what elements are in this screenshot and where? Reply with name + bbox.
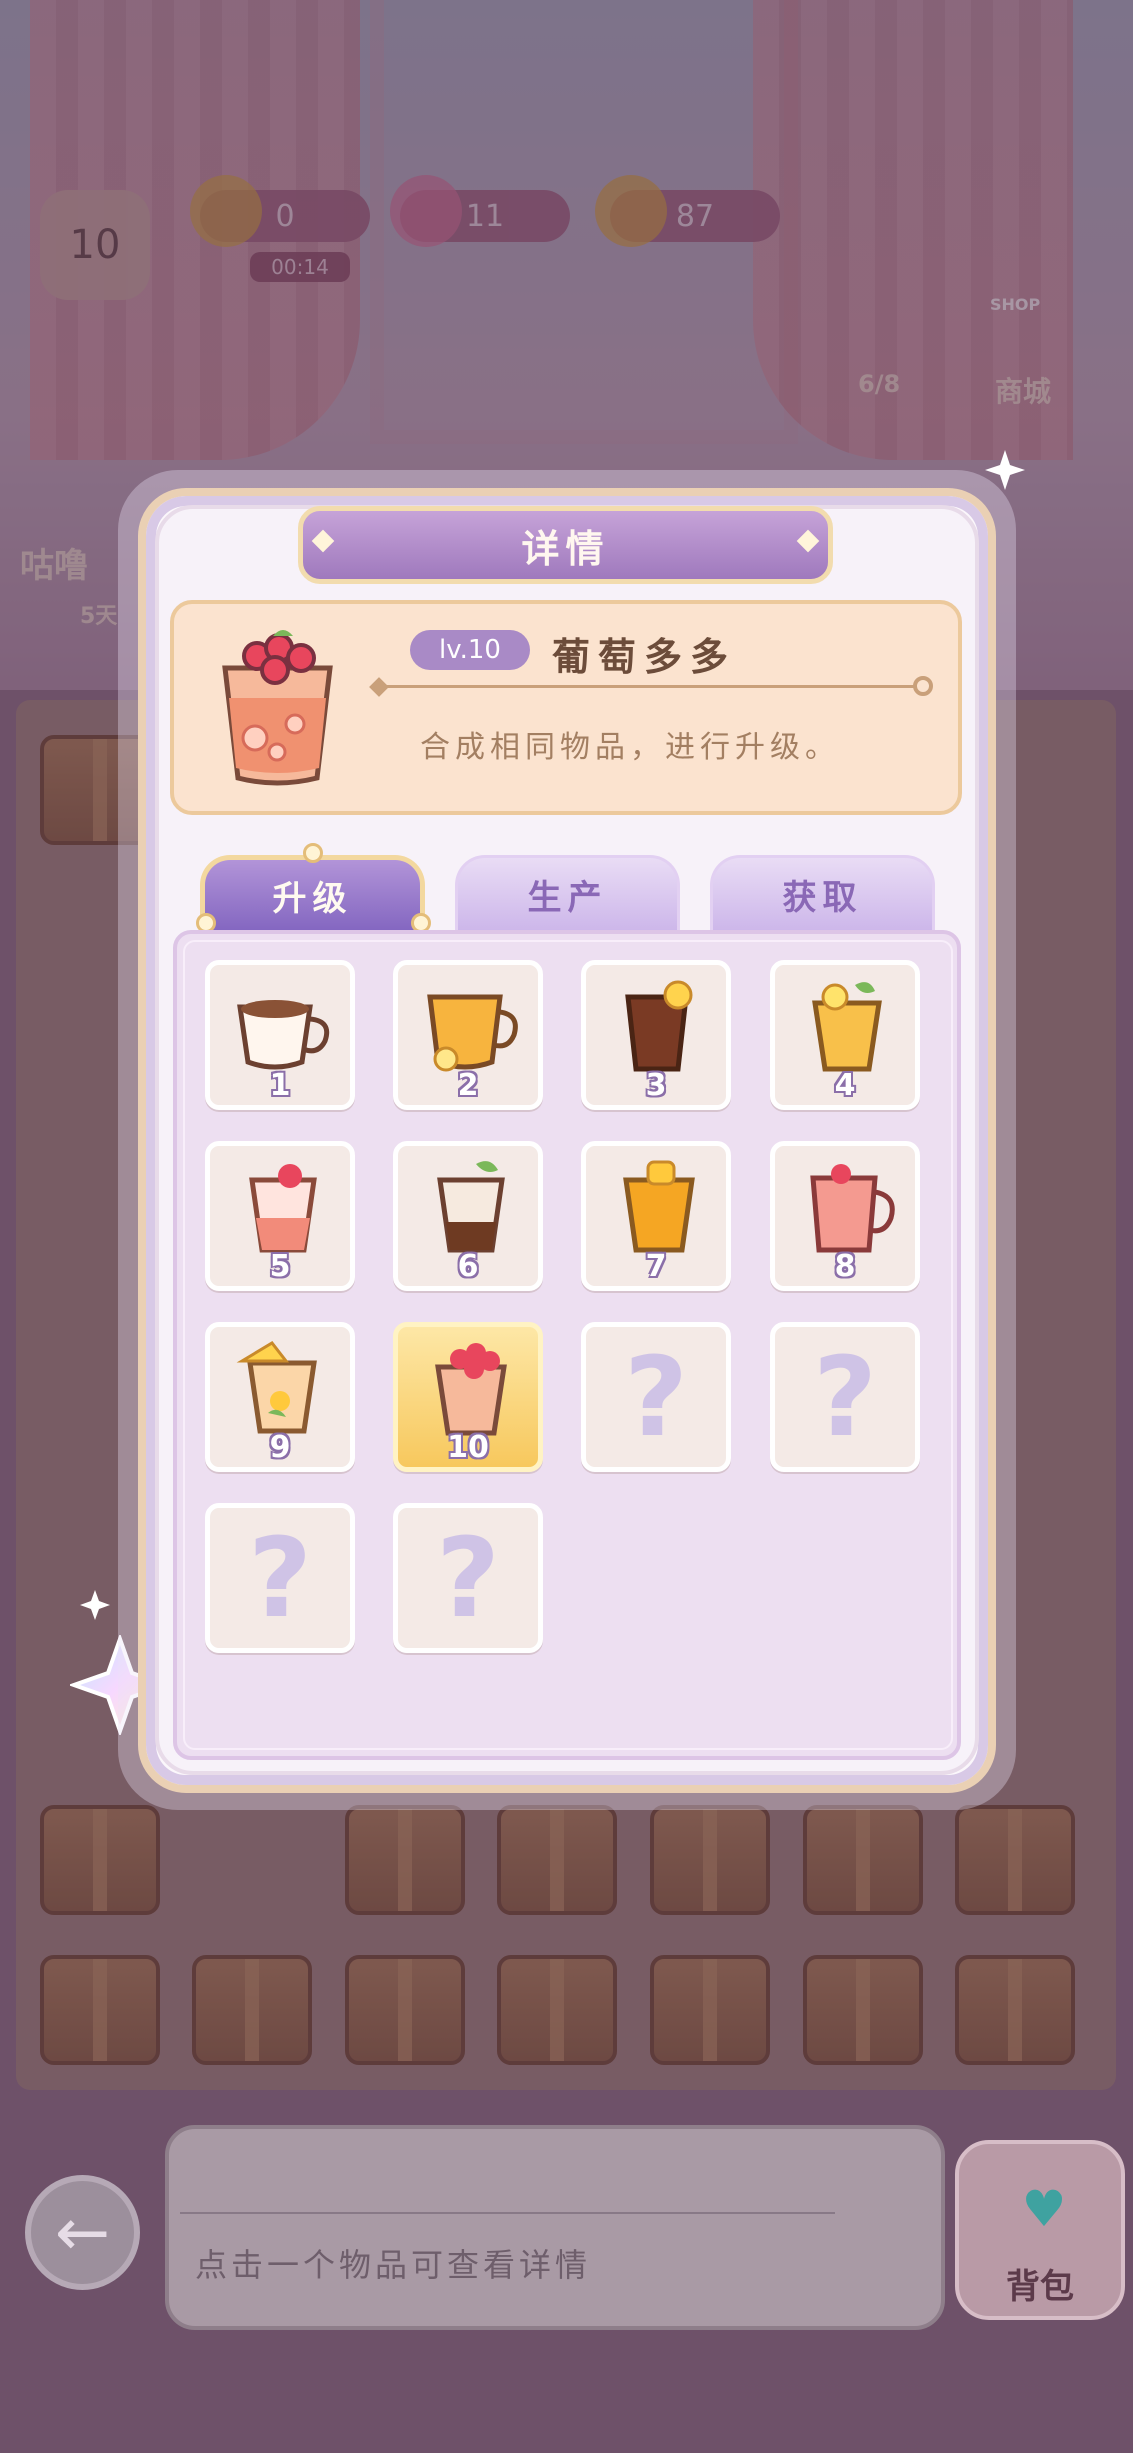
hint-panel [165,2125,945,2330]
chain-slot-4[interactable]: 4 [770,960,920,1110]
bag-label: 背包 [1006,2267,1074,2307]
chain-slot-locked[interactable]: ? [205,1503,355,1653]
back-button[interactable]: ← [25,2175,140,2290]
hint-text: 点击一个物品可查看详情 [195,2246,592,2284]
chain-slot-7[interactable]: 7 [581,1141,731,1291]
tab-produce[interactable]: 生产 [455,855,680,930]
chain-slot-locked[interactable]: ? [581,1322,731,1472]
back-arrow-icon: ← [54,2194,111,2271]
tab-upgrade[interactable]: 升级 [200,855,425,930]
chain-slot-locked[interactable]: ? [770,1322,920,1472]
question-mark-icon: ? [624,1333,688,1461]
chain-slot-2[interactable]: 2 [393,960,543,1110]
chain-slot-number: 10 [447,1430,489,1465]
item-level-badge: lv.10 [410,630,530,670]
modal-title: 详情 [298,506,833,584]
cola-glass-icon [625,980,693,1072]
chain-slot-number: 3 [645,1068,667,1103]
chain-slot-number: 5 [269,1249,291,1284]
divider-line [382,685,917,688]
mango-drink-icon [623,1160,695,1253]
question-mark-icon: ? [813,1333,877,1461]
heart-icon: ♥ [1021,2180,1067,2238]
chain-slot-3[interactable]: 3 [581,960,731,1110]
question-mark-icon: ? [436,1514,500,1642]
chain-slot-number: 4 [834,1068,856,1103]
item-description: 合成相同物品，进行升级。 [420,730,840,765]
sparkle-icon [80,1590,110,1620]
tab-obtain[interactable]: 获取 [710,855,935,930]
chocolate-drink-icon [437,1161,505,1253]
chain-slot-5[interactable]: 5 [205,1141,355,1291]
flower-tea-icon [427,994,518,1072]
tab-ornament [303,843,323,863]
chain-slot-number: 1 [269,1068,291,1103]
fruit-punch-icon [236,1341,317,1434]
chain-slot-6[interactable]: 6 [393,1141,543,1291]
chain-slot-number: 6 [457,1249,479,1284]
chain-slot-number: 2 [457,1068,479,1103]
lemonade-icon [812,982,882,1072]
chain-slot-number: 8 [834,1249,856,1284]
chain-slot-1[interactable]: 1 [205,960,355,1110]
chain-slot-8[interactable]: 8 [770,1141,920,1291]
grape-drink-icon [435,1343,507,1436]
strawberry-parfait-icon [249,1164,317,1253]
item-name: 葡萄多多 [552,635,737,679]
grape-drink-icon [222,630,333,786]
chain-slot-9[interactable]: 9 [205,1322,355,1472]
bag-button[interactable]: ♥ 背包 [955,2140,1125,2320]
hint-divider [180,2212,835,2214]
chain-slot-10[interactable]: 10 [393,1322,543,1472]
divider-ornament [913,676,933,696]
chain-slot-number: 9 [269,1430,291,1465]
chain-slot-number: 7 [645,1249,667,1284]
coffee-cup-icon [237,1000,330,1070]
chain-slot-locked[interactable]: ? [393,1503,543,1653]
question-mark-icon: ? [248,1514,312,1642]
strawberry-jug-icon [810,1164,895,1253]
